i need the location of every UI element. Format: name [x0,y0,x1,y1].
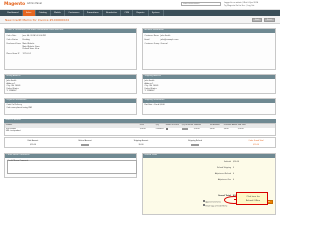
order-info-head: Order # 100000024 | the order confirmati… [5,29,136,33]
shipping-info-head: Shipping Information [143,99,275,103]
total-row: Adjustment Fee 0 [217,179,235,181]
reset-button[interactable]: Reset [263,18,275,22]
user-links[interactable]: Try Magento Go for Free | Log Out [224,5,254,7]
return-to-stock-checkbox[interactable] [165,127,168,130]
summary-label: Refund Amount [78,139,92,142]
refund-totals-head: Refund Totals [143,154,275,158]
refund-totals-box: Refund Totals Subtotal $10.00 Refund Ship… [142,153,276,215]
comments-box: Credit Memo Comments Credit Memo Comment [4,153,137,178]
total-row: Adjustment Refund 0 [214,173,235,175]
items-table: Product Price Qty Return to Stock Qty to… [4,123,276,136]
qty-to-refund-input[interactable] [181,127,188,131]
product-cell: Test Product SKU: test-product [5,128,139,135]
payment-info-head: Payment Information [5,99,136,103]
table-row: Test Product SKU: test-product $10.00 Or… [5,128,275,135]
payment-info-box: Payment Information Cash On Delivery Ord… [4,98,137,115]
comment-label: Credit Memo Comment [7,159,29,162]
account-info-head: Account Information [143,29,275,33]
title-bar: New Credit Memo for Invoice #100000024 B… [0,16,280,24]
return-to-stock-cell [165,127,181,135]
comments-head: Credit Memo Comments [5,154,136,158]
summary-value: $15.00 [30,143,36,146]
summary-label: Shipping Refund [188,139,202,142]
address-line: T: 1234567 [6,90,17,92]
global-search-input[interactable] [181,2,221,6]
billing-address-box: Billing Address John Smith Address 1 Cit… [4,74,137,94]
discount-cell: $0.00 [223,127,229,130]
product-sku: SKU: test-product [5,129,21,132]
back-button[interactable]: Back [252,18,263,22]
shipping-address-box: Shipping Address John Smith Address 1 Ci… [142,74,276,94]
magento-logo[interactable]: Magento [4,2,25,7]
subtotal-cell: $10.00 [193,127,200,130]
title-buttons: Back Reset [252,18,275,22]
account-info-box: Account Information Customer Name John Sm… [142,28,276,70]
page-title: New Credit Memo for Invoice #100000024 [5,17,70,22]
shipping-line: Flat Rate - Fixed $5.00 [144,104,165,106]
summary-value: $5.00 [138,143,144,146]
shipping-refund-input[interactable] [191,143,199,147]
summary-label: Shipping Amount [133,139,149,142]
qty-to-refund-cell [181,127,193,135]
total-row: Subtotal $10.00 [223,161,239,163]
address-line: T: 1234567 [144,90,155,92]
row-total-cell: $10.00 [237,127,244,130]
order-info-box: Order # 100000024 | the order confirmati… [4,28,137,70]
email-copy-option[interactable]: Email Copy of Credit Memo [203,204,227,208]
tax-cell: $0.00 [209,127,215,130]
grand-total-label: Grand Total [218,195,231,197]
callout-box: Click here for Refund Offline [236,192,268,205]
account-info-row: Email john@example.com [144,39,179,41]
header: Magento Admin Panel Logged in as admin |… [0,0,280,10]
order-info-row: Default Store View [22,48,40,50]
callout-line2: Refund Offline [245,199,261,202]
account-info-row: Customer Group General [144,43,168,45]
qty-cell: Ordered 1 [155,127,165,130]
summary-label: Paid Amount [27,139,39,142]
order-info-row: Order Status Pending [6,39,30,41]
shipping-info-box: Shipping Information Flat Rate - Fixed $… [142,98,276,115]
summary-label: Order Grand Total [248,139,264,142]
billing-address-head: Billing Address [5,75,136,79]
page: { "app": { "logo": "Magento", "logo_sub"… [0,0,280,220]
payment-line: Order was placed using USD [6,106,33,109]
logo-subtitle: Admin Panel [27,2,42,6]
refund-amount-input[interactable] [81,143,89,147]
refund-summary-bar: Paid Amount $15.00 Refund Amount Shippin… [4,137,276,148]
order-info-row: Order Date June 04, 2014 5:51:00 PM [6,35,46,37]
price-cell: $10.00 [139,127,146,130]
callout-line1: Click here for [246,195,260,198]
shipping-address-head: Shipping Address [143,75,275,79]
account-info-row: Customer Name John Smith [144,35,171,37]
total-row: Refund Shipping 5 [217,167,235,169]
summary-value: $15.00 [253,143,259,146]
order-info-row: Placed from IP 127.0.0.1 [6,53,32,55]
